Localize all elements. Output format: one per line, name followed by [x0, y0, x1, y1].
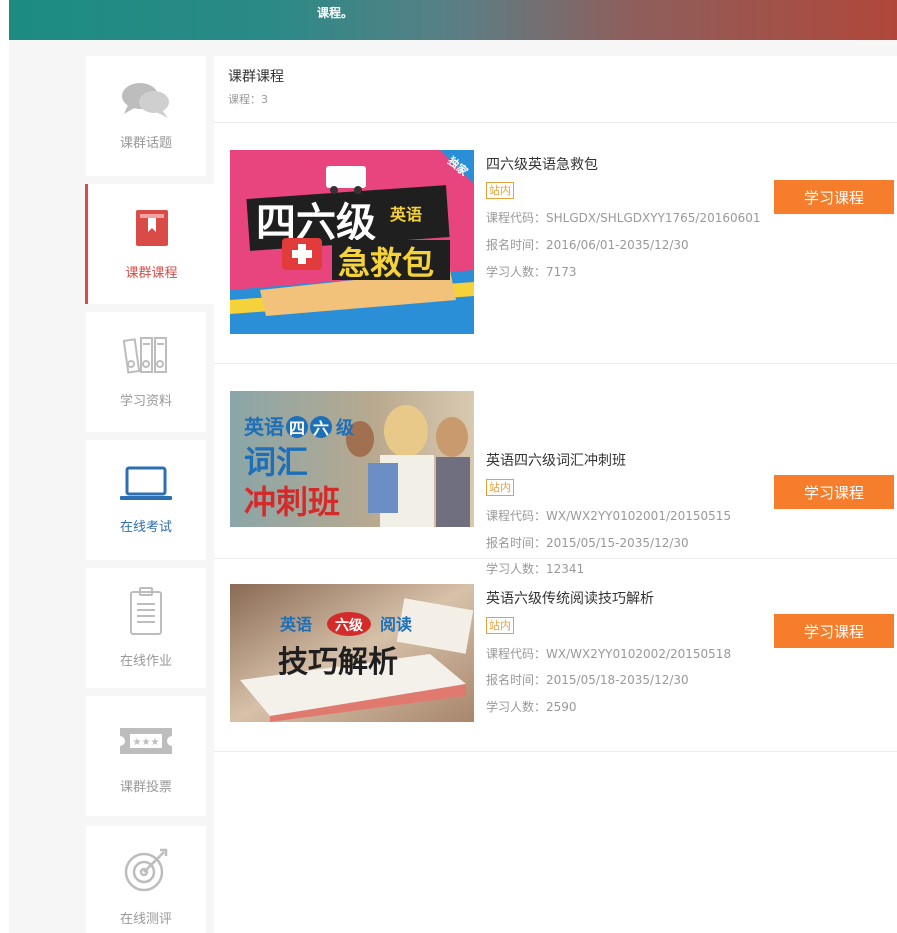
sidebar-item-label: 在线测评 [119, 912, 172, 927]
sidebar-item-label: 在线作业 [119, 654, 172, 669]
course-count: 课程：3 [228, 93, 268, 106]
sidebar-item-label: 学习资料 [119, 394, 172, 409]
target-icon [124, 848, 168, 892]
sidebar-item-label: 课群话题 [119, 136, 172, 151]
page-title: 课群课程 [228, 69, 284, 85]
clipboard-icon [130, 587, 162, 635]
course-code: 课程代码：WX/WX2YY0102002/20150518 [486, 647, 732, 661]
thumb-text: 技巧解析 [278, 645, 398, 680]
thumb-text: 阅读 [380, 615, 412, 634]
course-thumbnail[interactable]: 英语 六级 阅读 技巧解析 [230, 584, 474, 722]
course-row: 英语 六级 阅读 技巧解析 英语六级传统阅读技巧解析 站内 课程代码：WX/WX… [214, 558, 897, 752]
chat-bubbles-icon [122, 83, 169, 118]
banner-text: 课程。 [317, 6, 354, 20]
learner-count: 学习人数：2590 [486, 700, 577, 714]
course-thumbnail[interactable]: 独家 四六级 英语 急救包 [230, 150, 474, 334]
status-badge: 站内 [486, 617, 514, 634]
enrollment-period: 报名时间：2016/06/01-2035/12/30 [486, 238, 689, 252]
enrollment-period: 报名时间：2015/05/18-2035/12/30 [486, 673, 689, 687]
ticket-icon: ★★★ [120, 728, 172, 754]
status-badge: 站内 [486, 182, 514, 199]
thumb-text: 英语 [244, 415, 284, 439]
thumb-text: 英语 [279, 615, 312, 634]
sidebar-item-materials[interactable]: 学习资料 [86, 312, 206, 432]
divider [214, 751, 897, 752]
thumb-text: 冲刺班 [244, 483, 340, 521]
sidebar-item-vote[interactable]: ★★★ 课群投票 [86, 696, 206, 816]
course-thumbnail[interactable]: 英语 四 六 级 词汇 冲刺班 [230, 391, 474, 527]
course-title[interactable]: 四六级英语急救包 [486, 154, 598, 174]
course-panel: 课群课程 课程：3 独家 四六级 英语 急救包 四六级英语急救包 站内 课程代码… [214, 56, 897, 933]
svg-text:★★★: ★★★ [133, 737, 160, 748]
sidebar-item-topics[interactable]: 课群话题 [86, 56, 206, 176]
course-code: 课程代码：WX/WX2YY0102001/20150515 [486, 509, 732, 523]
left-gutter [0, 0, 9, 933]
course-title[interactable]: 英语四六级词汇冲刺班 [486, 450, 626, 470]
thumb-title-1b: 英语 [389, 205, 422, 224]
thumb-text: 词汇 [244, 443, 308, 481]
status-badge: 站内 [486, 479, 514, 496]
page: 课程。 课群话题 课群课程 学习资料 在线考试 在线作业 ★★★ 课群投票 在线… [0, 0, 897, 933]
laptop-icon [120, 466, 172, 500]
binders-icon [123, 337, 167, 374]
thumb-text: 级 [336, 417, 355, 439]
study-course-button[interactable]: 学习课程 [774, 614, 894, 648]
sidebar-item-label: 课群课程 [125, 266, 178, 281]
course-row: 英语 四 六 级 词汇 冲刺班 英语四六级词汇冲刺班 站内 课程代码：WX/WX… [214, 364, 897, 576]
sidebar-item-label: 在线考试 [119, 520, 172, 535]
thumb-title-2: 急救包 [338, 244, 434, 282]
thumb-text: 六级 [335, 617, 364, 634]
sidebar-item-label: 课群投票 [119, 780, 172, 795]
study-course-button[interactable]: 学习课程 [774, 180, 894, 214]
thumb-text: 四 [289, 419, 305, 438]
top-banner: 课程。 [9, 0, 897, 40]
enrollment-period: 报名时间：2015/05/15-2035/12/30 [486, 536, 689, 550]
sidebar-item-exam[interactable]: 在线考试 [86, 440, 206, 560]
sidebar-item-homework[interactable]: 在线作业 [86, 568, 206, 688]
course-title[interactable]: 英语六级传统阅读技巧解析 [486, 588, 654, 608]
course-code: 课程代码：SHLGDX/SHLGDXYY1765/20160601 [486, 211, 761, 225]
learner-count: 学习人数：7173 [486, 265, 577, 279]
sidebar-item-assessment[interactable]: 在线测评 [86, 826, 206, 933]
study-course-button[interactable]: 学习课程 [774, 475, 894, 509]
course-row: 独家 四六级 英语 急救包 四六级英语急救包 站内 课程代码：SHLGDX/SH… [214, 123, 897, 364]
sidebar-item-courses[interactable]: 课群课程 [85, 184, 215, 304]
thumb-text: 六 [313, 419, 329, 438]
book-icon [135, 210, 168, 246]
